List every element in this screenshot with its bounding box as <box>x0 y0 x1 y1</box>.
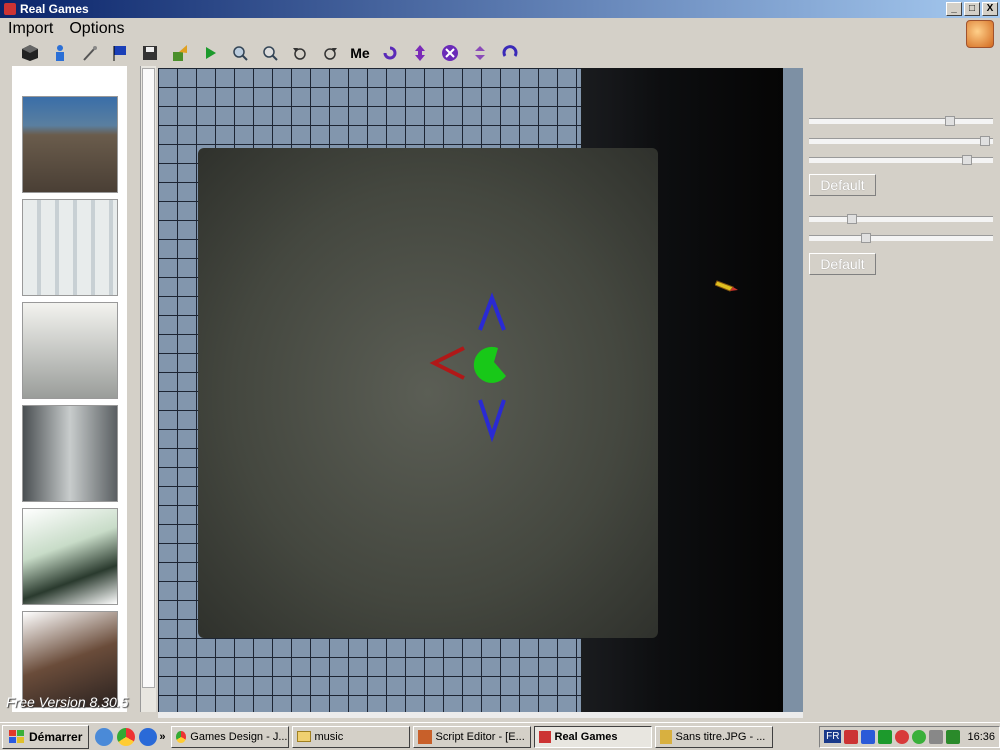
window-title: Real Games <box>20 2 89 16</box>
clock: 16:36 <box>967 730 995 743</box>
version-label: Free Version 8.30.5 <box>6 694 129 710</box>
property-slider-2[interactable] <box>809 136 993 146</box>
quick-launch <box>95 727 158 746</box>
ie-icon[interactable] <box>139 727 158 746</box>
play-icon[interactable] <box>200 43 220 63</box>
maximize-button[interactable]: □ <box>964 2 980 16</box>
slider-knob[interactable] <box>944 116 955 126</box>
default-button-2[interactable]: Default <box>809 253 876 275</box>
task-button-games-design[interactable]: Games Design - J... <box>170 725 289 748</box>
texture-thumb-stone-column[interactable] <box>22 405 118 502</box>
slider-knob[interactable] <box>962 155 973 165</box>
person-icon[interactable] <box>50 43 70 63</box>
magic-wand-icon[interactable] <box>80 43 100 63</box>
paint-icon <box>659 729 672 744</box>
windows-logo-icon <box>9 729 24 743</box>
tray-icon-5[interactable] <box>912 729 927 744</box>
me-icon[interactable]: Me <box>350 43 370 63</box>
play-icon[interactable] <box>878 729 893 744</box>
viewport-hscrollbar[interactable] <box>158 712 803 718</box>
close-circle-icon[interactable] <box>440 43 460 63</box>
script-editor-icon <box>417 729 432 744</box>
tray-icon-2[interactable] <box>861 729 876 744</box>
system-tray: FR 16:36 <box>819 725 1000 748</box>
task-button-real-games[interactable]: Real Games <box>533 725 652 748</box>
zoom-out-icon[interactable] <box>260 43 280 63</box>
default-button-1[interactable]: Default <box>809 174 876 196</box>
app-icon <box>4 3 16 15</box>
gizmo-rotate-handle[interactable] <box>473 346 506 383</box>
menu-options[interactable]: Options <box>61 20 132 38</box>
thumbnail-scrollbar[interactable] <box>140 66 156 712</box>
title-bar[interactable]: Real Games _ □ X <box>0 0 1000 18</box>
task-button-script-editor[interactable]: Script Editor - [E... <box>412 725 531 748</box>
volume-icon[interactable] <box>929 729 944 744</box>
slider-knob[interactable] <box>847 214 858 224</box>
texture-thumb-green-building[interactable] <box>22 508 118 605</box>
gizmo-up-arrow[interactable] <box>478 292 506 331</box>
menu-bar: Import Options <box>0 18 1000 40</box>
zoom-in-icon[interactable] <box>230 43 250 63</box>
chrome-icon[interactable] <box>117 727 136 746</box>
property-slider-1[interactable] <box>809 116 993 126</box>
flag-icon[interactable] <box>110 43 130 63</box>
real-games-icon <box>538 730 551 743</box>
tray-icon-7[interactable] <box>946 729 961 744</box>
language-indicator[interactable]: FR <box>824 730 842 743</box>
task-button-music[interactable]: music <box>291 725 410 748</box>
tray-icon-1[interactable] <box>844 729 859 744</box>
gizmo-left-arrow[interactable] <box>429 346 465 380</box>
menu-import[interactable]: Import <box>0 20 61 38</box>
texture-thumbnail-list[interactable] <box>12 66 127 712</box>
quicklaunch-more-chevron[interactable]: » <box>159 731 165 743</box>
slider-knob[interactable] <box>861 233 872 243</box>
export-icon[interactable] <box>170 43 190 63</box>
minimize-button[interactable]: _ <box>946 2 962 16</box>
start-label: Démarrer <box>29 729 83 744</box>
texture-thumb-facade-shaded[interactable] <box>22 302 118 399</box>
rotate-right-icon[interactable] <box>320 43 340 63</box>
antivirus-icon[interactable] <box>895 729 910 744</box>
cube-icon[interactable] <box>20 43 40 63</box>
rotate-left-icon[interactable] <box>290 43 310 63</box>
folder-icon <box>296 731 311 742</box>
app-window: Real Games _ □ X Import Options Me Defau… <box>0 0 1000 718</box>
undo-arrow-icon[interactable] <box>500 43 520 63</box>
slider-knob[interactable] <box>979 136 990 146</box>
property-slider-5[interactable] <box>809 233 993 243</box>
quicklaunch-app-icon[interactable] <box>95 727 114 746</box>
property-slider-3[interactable] <box>809 155 993 165</box>
texture-thumb-white-facade[interactable] <box>22 199 118 296</box>
toolbar: Me <box>0 40 1000 66</box>
task-button-sans-titre[interactable]: Sans titre.JPG - ... <box>654 725 773 748</box>
save-icon[interactable] <box>140 43 160 63</box>
rotate-arrow-icon[interactable] <box>380 43 400 63</box>
gizmo-down-arrow[interactable] <box>478 399 506 443</box>
properties-panel: Default Default <box>806 66 1000 712</box>
start-button[interactable]: Démarrer <box>2 724 90 749</box>
updown-icon[interactable] <box>470 43 490 63</box>
pencil-cursor-icon <box>715 280 738 292</box>
transform-gizmo[interactable] <box>428 288 548 448</box>
3d-viewport[interactable] <box>158 68 803 712</box>
scrollbar-thumb[interactable] <box>142 68 155 688</box>
chrome-icon <box>175 730 187 743</box>
close-button[interactable]: X <box>982 2 998 16</box>
vertical-arrows-icon[interactable] <box>410 43 430 63</box>
taskbar: Démarrer » Games Design - J... music Scr… <box>0 722 1000 750</box>
texture-thumb-ruined-wall[interactable] <box>22 96 118 193</box>
property-slider-4[interactable] <box>809 214 993 224</box>
